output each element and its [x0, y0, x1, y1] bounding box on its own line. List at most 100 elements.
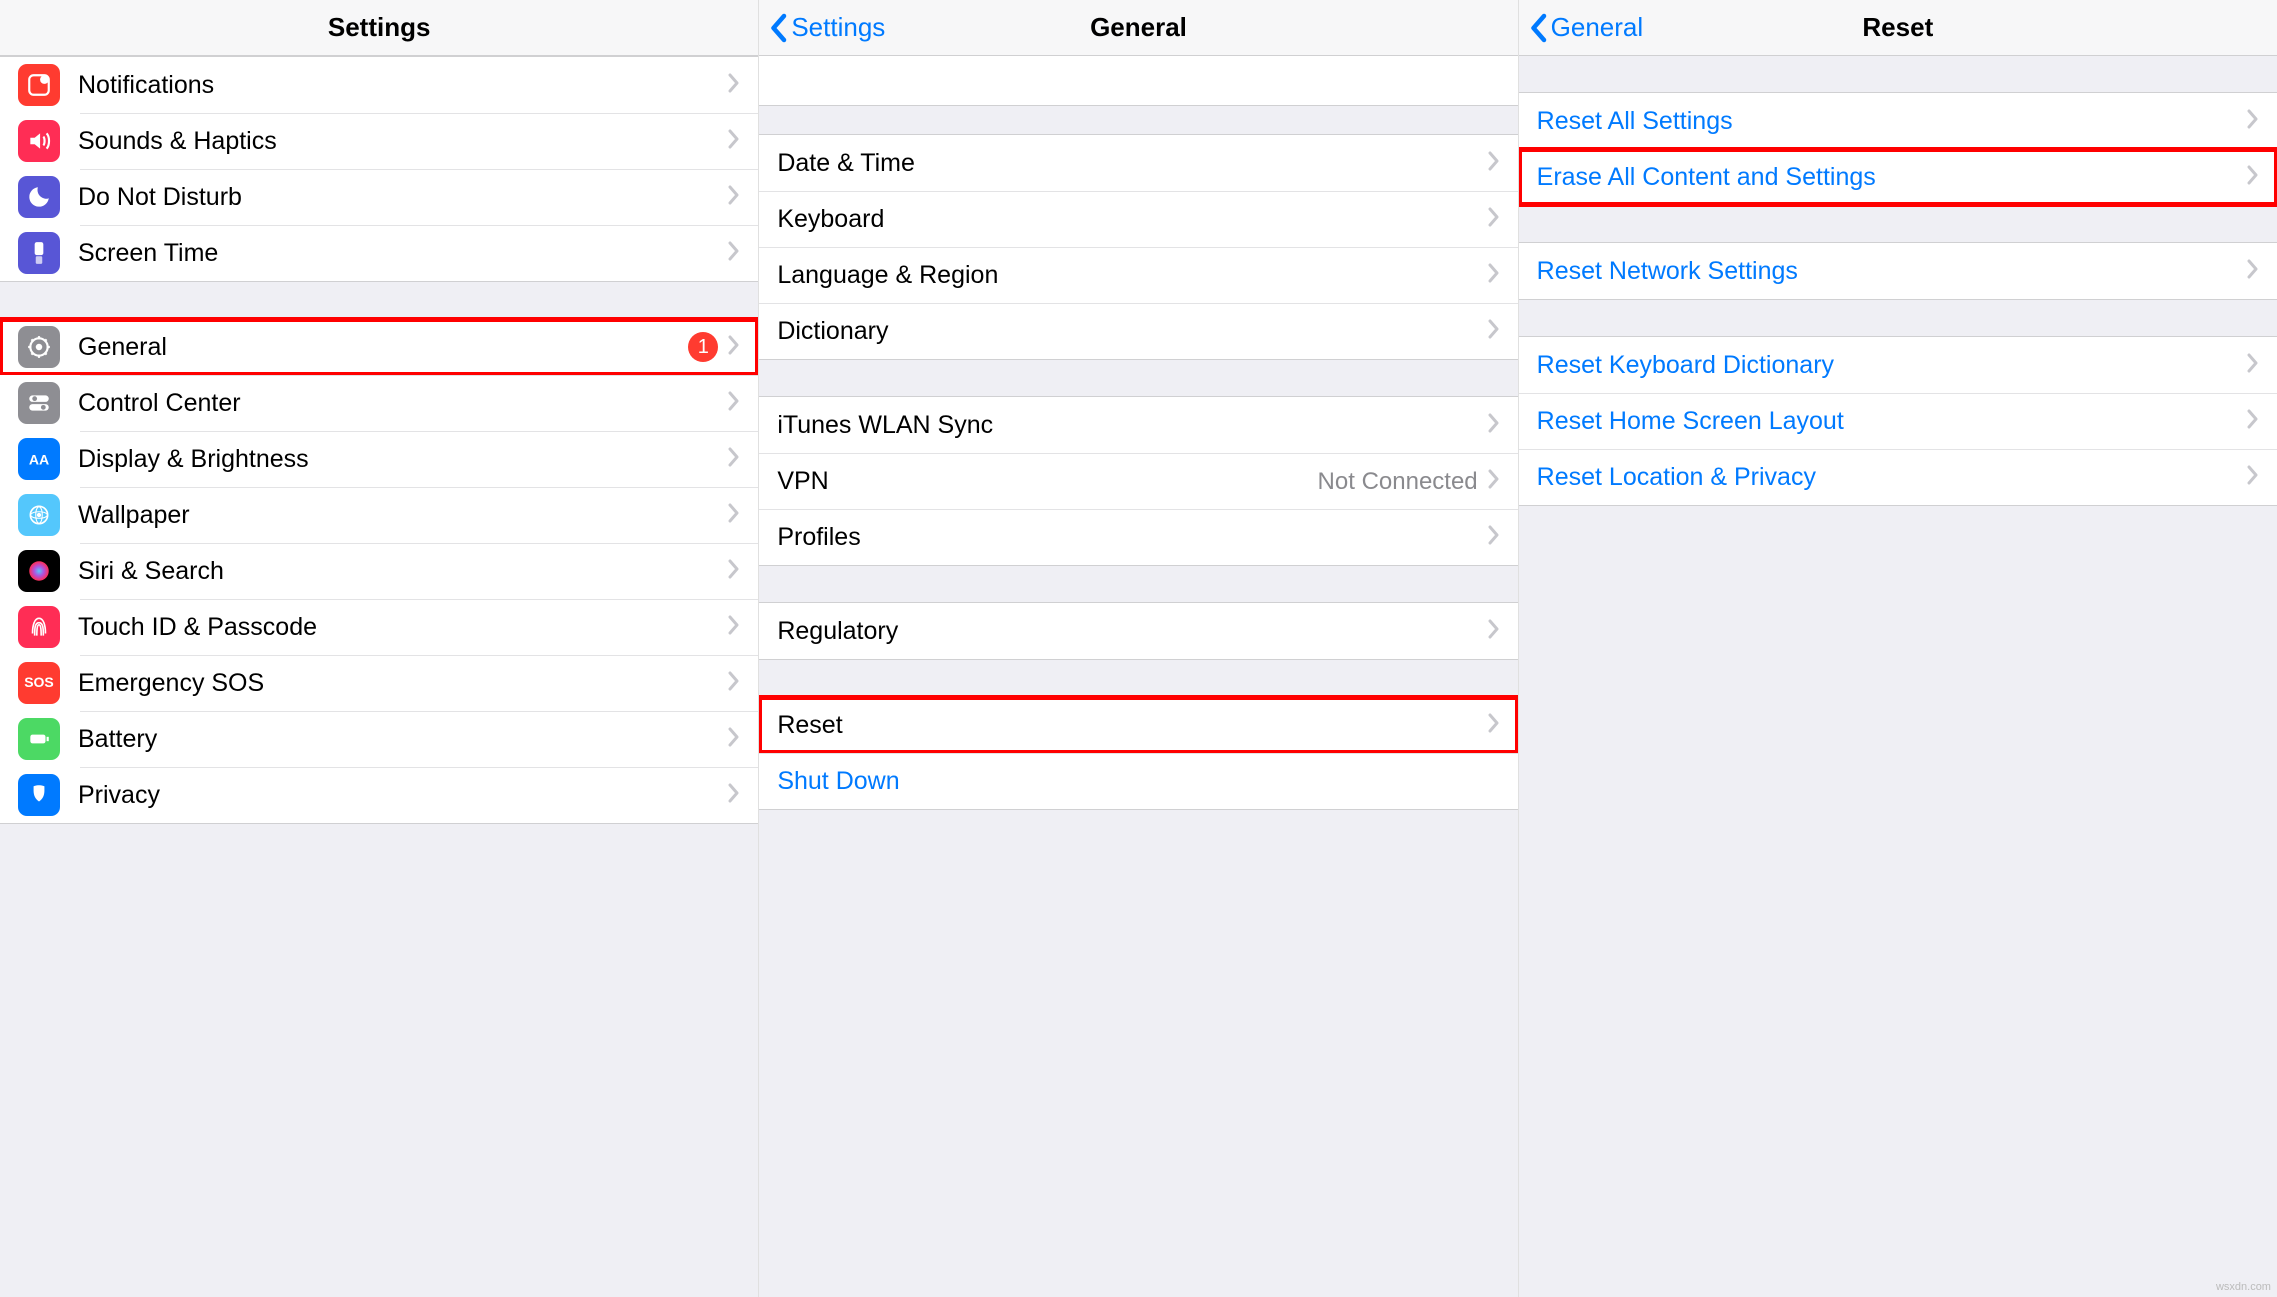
chevron-left-icon: [1529, 13, 1547, 43]
row-label: Dictionary: [777, 317, 1487, 346]
row-label: Reset Home Screen Layout: [1537, 407, 2247, 436]
row-general[interactable]: General1: [0, 319, 758, 375]
row-label: Sounds & Haptics: [78, 127, 728, 156]
general-title: General: [1090, 12, 1187, 43]
row-sounds-haptics[interactable]: Sounds & Haptics: [0, 113, 758, 169]
wallpaper-icon: [18, 494, 60, 536]
row-label: Erase All Content and Settings: [1537, 163, 2247, 192]
settings-panel: Settings Notifications Sounds & Haptics …: [0, 0, 759, 1297]
chevron-right-icon: [728, 391, 740, 416]
chevron-right-icon: [2247, 409, 2259, 434]
row-dictionary[interactable]: Dictionary: [759, 303, 1517, 359]
row-reset-network-settings[interactable]: Reset Network Settings: [1519, 243, 2277, 299]
row-label: Language & Region: [777, 261, 1487, 290]
row-control-center[interactable]: Control Center: [0, 375, 758, 431]
row-itunes-wlan-sync[interactable]: iTunes WLAN Sync: [759, 397, 1517, 453]
reset-header: General Reset: [1519, 0, 2277, 56]
row-label: iTunes WLAN Sync: [777, 411, 1487, 440]
chevron-right-icon: [2247, 259, 2259, 284]
row-label: Display & Brightness: [78, 445, 728, 474]
chevron-right-icon: [728, 671, 740, 696]
row-screen-time[interactable]: Screen Time: [0, 225, 758, 281]
privacy-icon: [18, 774, 60, 816]
row-reset-keyboard-dictionary[interactable]: Reset Keyboard Dictionary: [1519, 337, 2277, 393]
notifications-icon: [18, 64, 60, 106]
chevron-right-icon: [728, 727, 740, 752]
row-label: Reset All Settings: [1537, 107, 2247, 136]
row-vpn[interactable]: VPNNot Connected: [759, 453, 1517, 509]
row-label: Profiles: [777, 523, 1487, 552]
chevron-right-icon: [728, 615, 740, 640]
svg-text:SOS: SOS: [24, 674, 54, 690]
row-keyboard[interactable]: Keyboard: [759, 191, 1517, 247]
reset-panel: General Reset Reset All Settings Erase A…: [1519, 0, 2277, 1297]
chevron-right-icon: [728, 559, 740, 584]
settings-header: Settings: [0, 0, 758, 56]
row-label: Reset Keyboard Dictionary: [1537, 351, 2247, 380]
screentime-icon: [18, 232, 60, 274]
chevron-right-icon: [728, 503, 740, 528]
chevron-right-icon: [728, 783, 740, 808]
row-notifications[interactable]: Notifications: [0, 57, 758, 113]
svg-text:AA: AA: [29, 451, 49, 467]
row-detail: Not Connected: [1318, 468, 1478, 496]
sounds-icon: [18, 120, 60, 162]
row-label: General: [78, 333, 688, 362]
row-reset[interactable]: Reset: [759, 697, 1517, 753]
row-touch-id-passcode[interactable]: Touch ID & Passcode: [0, 599, 758, 655]
row-label: Privacy: [78, 781, 728, 810]
row-emergency-sos[interactable]: SOS Emergency SOS: [0, 655, 758, 711]
row-regulatory[interactable]: Regulatory: [759, 603, 1517, 659]
row-label: Keyboard: [777, 205, 1487, 234]
row-label: Shut Down: [777, 767, 1499, 796]
chevron-right-icon: [728, 447, 740, 472]
row-shut-down[interactable]: Shut Down: [759, 753, 1517, 809]
row-label: Regulatory: [777, 617, 1487, 646]
dnd-icon: [18, 176, 60, 218]
row-label: Do Not Disturb: [78, 183, 728, 212]
row-date-time[interactable]: Date & Time: [759, 135, 1517, 191]
chevron-right-icon: [2247, 465, 2259, 490]
chevron-right-icon: [1488, 207, 1500, 232]
settings-title: Settings: [328, 12, 431, 43]
chevron-right-icon: [1488, 713, 1500, 738]
row-erase-all-content-and-settings[interactable]: Erase All Content and Settings: [1519, 149, 2277, 205]
controlcenter-icon: [18, 382, 60, 424]
battery-icon: [18, 718, 60, 760]
chevron-right-icon: [728, 335, 740, 360]
row-label: Reset: [777, 711, 1487, 740]
row-label: VPN: [777, 467, 1317, 496]
row-reset-location-privacy[interactable]: Reset Location & Privacy: [1519, 449, 2277, 505]
row-display-brightness[interactable]: AA Display & Brightness: [0, 431, 758, 487]
row-label: Battery: [78, 725, 728, 754]
chevron-left-icon: [769, 13, 787, 43]
row-reset-home-screen-layout[interactable]: Reset Home Screen Layout: [1519, 393, 2277, 449]
badge: 1: [688, 332, 718, 362]
chevron-right-icon: [2247, 109, 2259, 134]
row-battery[interactable]: Battery: [0, 711, 758, 767]
general-header: Settings General: [759, 0, 1517, 56]
chevron-right-icon: [2247, 165, 2259, 190]
back-label: Settings: [791, 12, 885, 43]
row-language-region[interactable]: Language & Region: [759, 247, 1517, 303]
row-do-not-disturb[interactable]: Do Not Disturb: [0, 169, 758, 225]
back-to-general[interactable]: General: [1529, 12, 1644, 43]
row-label: Emergency SOS: [78, 669, 728, 698]
row-label: Reset Location & Privacy: [1537, 463, 2247, 492]
chevron-right-icon: [2247, 353, 2259, 378]
chevron-right-icon: [1488, 469, 1500, 494]
row-siri-search[interactable]: Siri & Search: [0, 543, 758, 599]
chevron-right-icon: [728, 241, 740, 266]
chevron-right-icon: [1488, 413, 1500, 438]
touchid-icon: [18, 606, 60, 648]
back-to-settings[interactable]: Settings: [769, 12, 885, 43]
row-wallpaper[interactable]: Wallpaper: [0, 487, 758, 543]
back-label: General: [1551, 12, 1644, 43]
chevron-right-icon: [1488, 619, 1500, 644]
general-panel: Settings General Date & Time Keyboard La…: [759, 0, 1518, 1297]
row-reset-all-settings[interactable]: Reset All Settings: [1519, 93, 2277, 149]
row-privacy[interactable]: Privacy: [0, 767, 758, 823]
row-label: Wallpaper: [78, 501, 728, 530]
row-profiles[interactable]: Profiles: [759, 509, 1517, 565]
chevron-right-icon: [728, 129, 740, 154]
